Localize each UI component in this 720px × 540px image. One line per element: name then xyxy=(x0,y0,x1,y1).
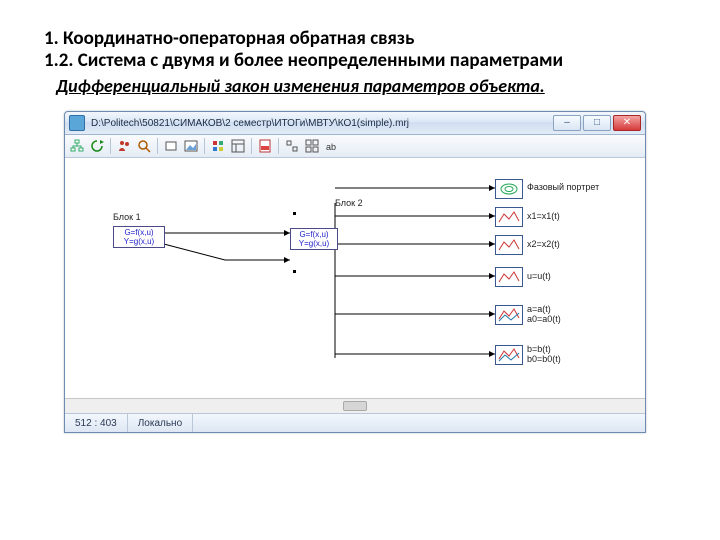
svg-text:ab: ab xyxy=(326,142,336,152)
block2-line1: G=f(x,u) xyxy=(299,230,328,239)
diagram-canvas[interactable]: Блок 1 G=f(x,u) Y=g(x,u) Блок 2 G=f(x,u)… xyxy=(65,158,645,398)
node-dot xyxy=(293,270,296,273)
toolbar-align-icon[interactable] xyxy=(283,137,301,155)
window-title: D:\Politech\50821\СИМАКОВ\2 семестр\ИТОГ… xyxy=(91,118,553,129)
toolbar-rect-icon[interactable] xyxy=(162,137,180,155)
graph-icon[interactable] xyxy=(495,305,523,325)
heading-2: 1.2. Система с двумя и более неопределен… xyxy=(44,50,676,72)
block2[interactable]: G=f(x,u) Y=g(x,u) xyxy=(290,228,338,250)
close-button[interactable]: ✕ xyxy=(613,115,641,131)
block2-line2: Y=g(x,u) xyxy=(299,239,329,248)
graph-icon[interactable] xyxy=(495,345,523,365)
graph-icon[interactable] xyxy=(495,207,523,227)
heading-1: 1. Координатно-операторная обратная связ… xyxy=(44,28,676,50)
toolbar-hierarchy-icon[interactable] xyxy=(68,137,86,155)
status-bar: 512 : 403 Локально xyxy=(65,413,645,432)
graph-icon[interactable] xyxy=(495,267,523,287)
block1-line1: G=f(x,u) xyxy=(124,228,153,237)
out-label-0: Фазовый портрет xyxy=(527,182,599,192)
maximize-button[interactable]: □ xyxy=(583,115,611,131)
toolbar-refresh-icon[interactable] xyxy=(88,137,106,155)
out-label-1: x1=x1(t) xyxy=(527,211,560,221)
title-bar: D:\Politech\50821\СИМАКОВ\2 семестр\ИТОГ… xyxy=(65,112,645,135)
toolbar-ab-icon[interactable]: ab xyxy=(323,137,341,155)
out-label-5: b=b(t)b0=b0(t) xyxy=(527,344,561,364)
toolbar-people-icon[interactable] xyxy=(115,137,133,155)
minimize-button[interactable]: – xyxy=(553,115,581,131)
block2-label: Блок 2 xyxy=(335,198,363,208)
subtitle: Дифференциальный закон изменения парамет… xyxy=(56,75,676,97)
toolbar-search-icon[interactable] xyxy=(135,137,153,155)
canvas-scrollbar[interactable] xyxy=(65,398,645,413)
block1-line2: Y=g(x,u) xyxy=(124,237,154,246)
status-mode: Локально xyxy=(128,414,193,432)
toolbar-grid-icon[interactable] xyxy=(303,137,321,155)
out-label-2: x2=x2(t) xyxy=(527,239,560,249)
toolbar-image-icon[interactable] xyxy=(182,137,200,155)
app-window: D:\Politech\50821\СИМАКОВ\2 семестр\ИТОГ… xyxy=(64,111,646,433)
graph-icon[interactable] xyxy=(495,235,523,255)
out-label-4: a=a(t)a0=a0(t) xyxy=(527,304,561,324)
node-dot xyxy=(293,212,296,215)
scrollbar-thumb[interactable] xyxy=(343,401,367,411)
phase-plot-icon[interactable] xyxy=(495,179,523,199)
toolbar-pdf-icon[interactable] xyxy=(256,137,274,155)
toolbar: ab xyxy=(65,135,645,158)
toolbar-layout-icon[interactable] xyxy=(229,137,247,155)
app-icon xyxy=(69,115,85,131)
toolbar-levels-icon[interactable] xyxy=(209,137,227,155)
block1[interactable]: G=f(x,u) Y=g(x,u) xyxy=(113,226,165,248)
out-label-3: u=u(t) xyxy=(527,271,551,281)
status-size: 512 : 403 xyxy=(65,414,128,432)
block1-label: Блок 1 xyxy=(113,212,141,222)
